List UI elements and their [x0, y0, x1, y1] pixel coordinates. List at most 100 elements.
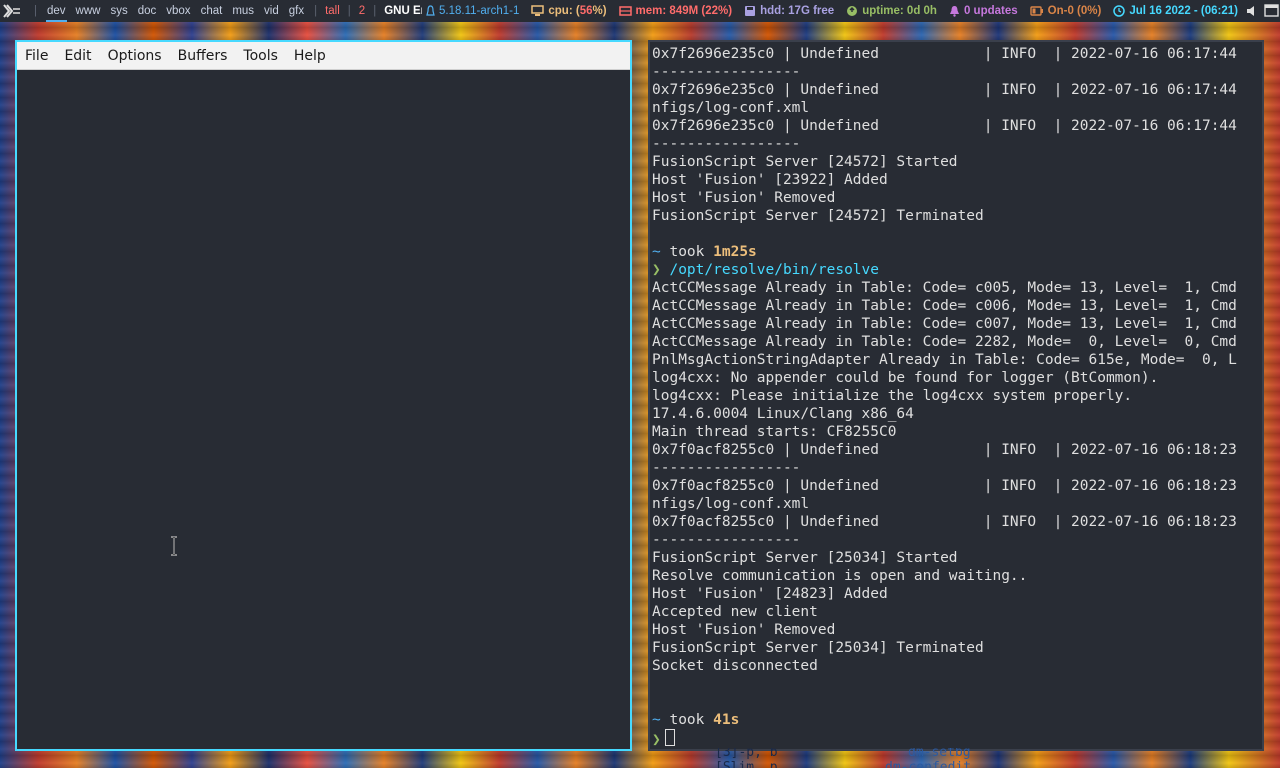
terminal-line: 0x7f0acf8255c0 | Undefined | INFO | 2022…	[652, 442, 1237, 458]
workspace-gfx[interactable]: gfx	[288, 0, 305, 22]
hdd-text: hdd: 17G free	[760, 5, 835, 17]
prompt-arrow-icon: ❯	[652, 732, 661, 747]
took-duration: 41s	[713, 712, 740, 728]
updates-text: 0 updates	[963, 5, 1018, 17]
terminal-input-line: ❯	[652, 729, 1260, 747]
menu-buffers[interactable]: Buffers	[170, 48, 236, 64]
terminal-line: FusionScript Server [25034] Terminated	[652, 640, 984, 656]
terminal-line: Host 'Fusion' [23922] Added	[652, 172, 888, 188]
monitor-icon	[531, 5, 545, 16]
terminal-line: 0x7f2696e235c0 | Undefined | INFO | 2022…	[652, 46, 1237, 62]
menu-edit[interactable]: Edit	[56, 48, 99, 64]
workspace-doc[interactable]: doc	[137, 0, 158, 22]
bell-icon	[949, 6, 959, 17]
workspace-sys[interactable]: sys	[109, 0, 128, 22]
terminal-line: 0x7f0acf8255c0 | Undefined | INFO | 2022…	[652, 514, 1237, 530]
terminal-line: 17.4.6.0004 Linux/Clang x86_64	[652, 406, 914, 422]
emacs-window[interactable]: File Edit Options Buffers Tools Help	[15, 40, 632, 751]
terminal-command-line: ❯ /opt/resolve/bin/resolve	[652, 261, 1260, 279]
terminal-line: Accepted new client	[652, 604, 818, 620]
window-count: 2	[358, 5, 366, 17]
menu-file[interactable]: File	[17, 48, 56, 64]
menu-tools[interactable]: Tools	[235, 48, 286, 64]
layout-indicator[interactable]: tall	[325, 5, 340, 17]
cpu-module: cpu: (56%)	[531, 5, 607, 17]
separator: |	[34, 5, 37, 17]
workspace-vid[interactable]: vid	[263, 0, 280, 22]
window-title: GNU Emac	[384, 5, 422, 17]
workspace-www[interactable]: www	[75, 0, 102, 22]
menu-help[interactable]: Help	[286, 48, 334, 64]
partial-text-4: dm-confedit	[885, 760, 972, 768]
battery-icon	[1029, 6, 1043, 16]
prompt-tilde: ~	[652, 244, 661, 260]
terminal-line: -----------------	[652, 136, 801, 152]
terminal-cursor[interactable]	[664, 729, 675, 746]
terminal-line: nfigs/log-conf.xml	[652, 496, 810, 512]
cpu-suffix: %)	[592, 5, 607, 17]
took-duration: 1m25s	[713, 244, 757, 260]
terminal-line: log4cxx: No appender could be found for …	[652, 370, 1159, 386]
memory-icon	[618, 6, 632, 16]
emacs-menubar: File Edit Options Buffers Tools Help	[17, 42, 630, 70]
clock-module: Jul 16 2022 - (06:21)	[1113, 5, 1238, 17]
terminal-line: 0x7f0acf8255c0 | Undefined | INFO | 2022…	[652, 478, 1237, 494]
terminal-line: log4cxx: Please initialize the log4cxx s…	[652, 388, 1133, 404]
terminal-line: Socket disconnected	[652, 658, 818, 674]
terminal-line: -----------------	[652, 460, 801, 476]
terminal-line: ActCCMessage Already in Table: Code= c00…	[652, 280, 1237, 296]
took-label: took	[669, 244, 705, 260]
terminal-line: -----------------	[652, 532, 801, 548]
cpu-label: cpu: (	[548, 5, 580, 17]
tray-window-icon[interactable]	[1264, 4, 1280, 18]
partial-text-2: dm-setbg	[908, 748, 971, 760]
clock-text: Jul 16 2022 - (06:21)	[1129, 5, 1238, 17]
terminal-line: 0x7f2696e235c0 | Undefined | INFO | 2022…	[652, 82, 1237, 98]
mem-text: mem: 849M (22%)	[635, 5, 733, 17]
xmonad-logo-icon[interactable]	[3, 0, 21, 22]
command-text: /opt/resolve/bin/resolve	[669, 262, 879, 278]
kernel-text: 5.18.11-arch1-1	[439, 5, 520, 17]
uptime-text: uptime: 0d 0h	[862, 5, 937, 17]
uptime-icon	[847, 6, 858, 16]
took-label: took	[669, 712, 705, 728]
updates-module[interactable]: 0 updates	[949, 5, 1018, 17]
terminal-line: FusionScript Server [24572] Started	[652, 154, 958, 170]
separator: |	[347, 5, 351, 17]
terminal-output: 0x7f2696e235c0 | Undefined | INFO | 2022…	[652, 45, 1260, 747]
workspace-vbox[interactable]: vbox	[165, 0, 191, 22]
terminal-line: ActCCMessage Already in Table: Code= c00…	[652, 316, 1237, 332]
terminal-line: ActCCMessage Already in Table: Code= c00…	[652, 298, 1237, 314]
prompt-arrow-icon: ❯	[652, 262, 661, 278]
terminal-line: FusionScript Server [24572] Terminated	[652, 208, 984, 224]
terminal-line: 0x7f2696e235c0 | Undefined | INFO | 2022…	[652, 118, 1237, 134]
kernel-module: 5.18.11-arch1-1	[426, 5, 519, 17]
mem-module: mem: 849M (22%)	[618, 5, 733, 17]
terminal-prompt-took: ~ took 1m25s	[652, 243, 1260, 261]
terminal-line: FusionScript Server [25034] Started	[652, 550, 958, 566]
terminal-window[interactable]: 0x7f2696e235c0 | Undefined | INFO | 2022…	[648, 40, 1264, 751]
prompt-tilde: ~	[652, 712, 661, 728]
background-partial-text: [3]-p, b dm-setbg [Slim, p dm-confedit	[650, 748, 1264, 768]
status-bar: | dev www sys doc vbox chat mus vid gfx | tall |…	[0, 0, 1280, 22]
terminal-line: Host 'Fusion' [24823] Added	[652, 586, 888, 602]
volume-icon[interactable]	[1246, 5, 1256, 17]
workspace-list: dev www sys doc vbox chat mus vid gfx	[42, 0, 309, 22]
terminal-line: nfigs/log-conf.xml	[652, 100, 810, 116]
terminal-line: Main thread starts: CF8255C0	[652, 424, 897, 440]
terminal-line: Resolve communication is open and waitin…	[652, 568, 1028, 584]
menu-options[interactable]: Options	[100, 48, 170, 64]
partial-text-3: [Slim, p	[715, 760, 778, 768]
terminal-line: PnlMsgActionStringAdapter Already in Tab…	[652, 352, 1237, 368]
workspace-dev[interactable]: dev	[46, 0, 67, 22]
workspace-mus[interactable]: mus	[231, 0, 255, 22]
partial-text-1: [3]-p, b	[715, 748, 778, 760]
hdd-module: hdd: 17G free	[744, 5, 834, 17]
emacs-buffer-area[interactable]	[17, 70, 630, 749]
workspace-chat[interactable]: chat	[200, 0, 224, 22]
terminal-line: Host 'Fusion' Removed	[652, 622, 836, 638]
text-cursor-icon	[171, 536, 177, 556]
